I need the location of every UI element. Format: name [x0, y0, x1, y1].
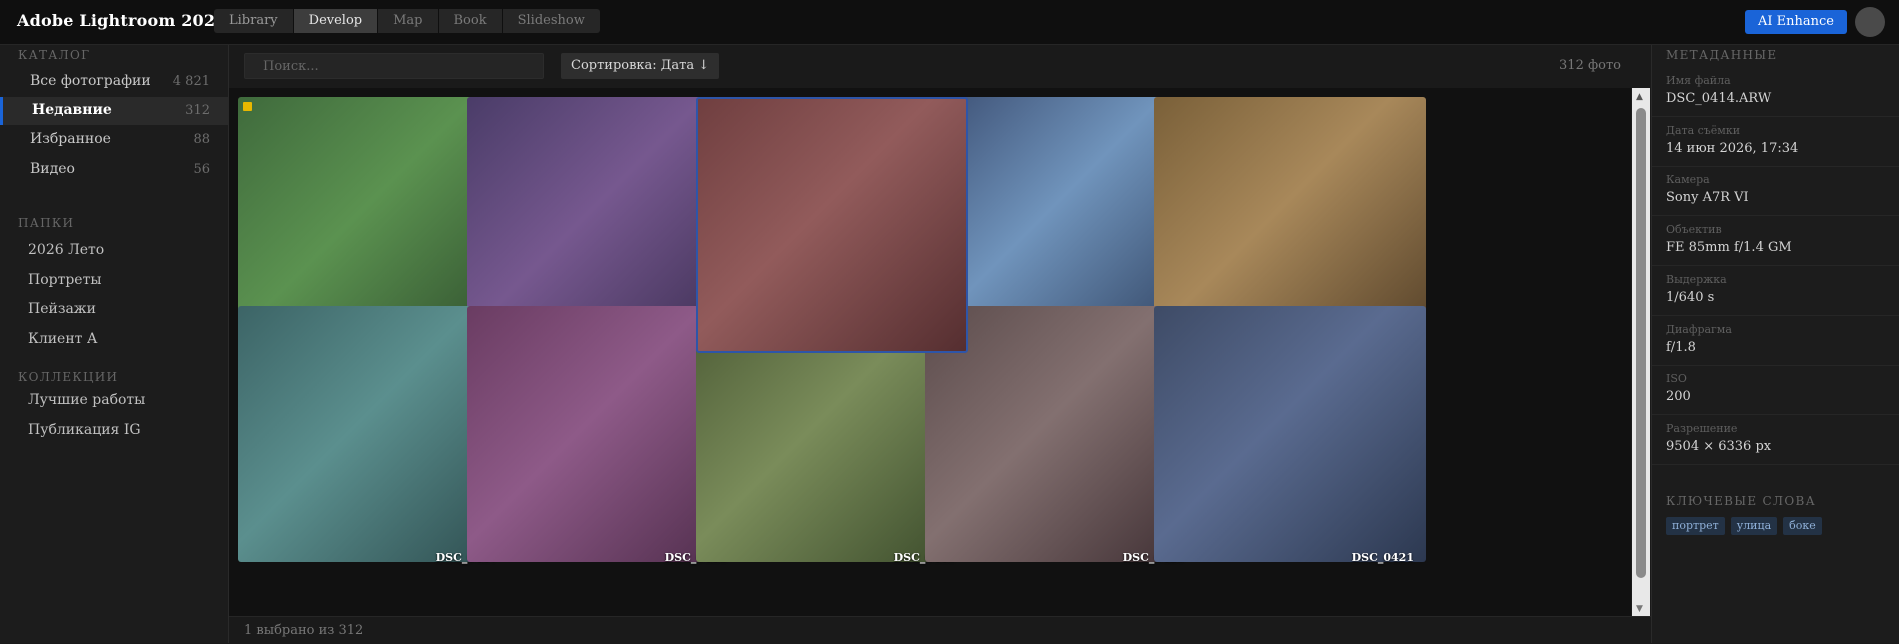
metadata-value: DSC_0414.ARW	[1666, 91, 1772, 106]
catalog-item-count: 56	[193, 162, 210, 177]
scrollbar-thumb[interactable]	[1636, 108, 1646, 578]
grid-toolbar: Сортировка: Дата ↓ 312 фото	[229, 45, 1651, 87]
module-tab-library[interactable]: Library	[214, 9, 293, 33]
catalog-item-label: Видео	[30, 161, 75, 177]
module-tab-develop[interactable]: Develop	[293, 9, 378, 33]
ai-enhance-button[interactable]: AI Enhance	[1745, 10, 1847, 34]
avatar[interactable]	[1855, 7, 1885, 37]
scroll-up-arrow-icon[interactable]: ▲	[1636, 92, 1643, 102]
collections-section-title: КОЛЛЕКЦИИ	[18, 370, 119, 384]
folder-item-label: Клиент А	[28, 331, 98, 347]
catalog-item-count: 312	[185, 103, 210, 118]
metadata-value: FE 85mm f/1.4 GM	[1666, 240, 1792, 256]
metadata-label: Диафрагма	[1666, 322, 1732, 336]
module-switcher: Library Develop Map Book Slideshow	[214, 9, 601, 33]
metadata-row: Объектив FE 85mm f/1.4 GM	[1652, 216, 1899, 267]
metadata-section-title: МЕТАДАННЫЕ	[1666, 48, 1778, 62]
metadata-label: ISO	[1666, 372, 1687, 386]
module-tab-book[interactable]: Book	[438, 9, 502, 33]
photo-thumbnail[interactable]: DSC_0421	[1154, 306, 1426, 564]
metadata-row: ISO 200	[1652, 365, 1899, 416]
metadata-value: 9504 × 6336 px	[1666, 438, 1772, 454]
metadata-row: Дата съёмки 14 июн 2026, 17:34	[1652, 117, 1899, 167]
keyword-tag[interactable]: боке	[1783, 517, 1822, 535]
catalog-item-all-photos[interactable]: Все фотографии 4 821	[0, 68, 228, 96]
collection-item-ig-publication[interactable]: Публикация IG	[0, 417, 228, 445]
scroll-down-arrow-icon[interactable]: ▼	[1636, 604, 1643, 614]
app-title: Adobe Lightroom 2026	[17, 11, 227, 30]
metadata-value: 14 июн 2026, 17:34	[1666, 140, 1799, 156]
metadata-label: Имя файла	[1666, 74, 1731, 87]
metadata-label: Дата съёмки	[1666, 123, 1741, 137]
metadata-label: Камера	[1666, 173, 1710, 187]
grid-scrollbar[interactable]: ▲ ▼	[1632, 88, 1650, 616]
sort-button[interactable]: Сортировка: Дата ↓	[561, 53, 720, 79]
selection-status: 1 выбрано из 312	[244, 623, 364, 638]
collection-item-best-works[interactable]: Лучшие работы	[0, 387, 228, 415]
catalog-item-label: Все фотографии	[30, 73, 151, 89]
metadata-row: Разрешение 9504 × 6336 px	[1652, 415, 1899, 465]
top-bar: Adobe Lightroom 2026 Library Develop Map…	[0, 0, 1899, 45]
photo-thumbnail[interactable]	[696, 97, 968, 353]
metadata-panel: МЕТАДАННЫЕ Имя файла DSC_0414.ARW Дата съё…	[1651, 45, 1899, 643]
folder-item-portraits[interactable]: Портреты	[0, 267, 228, 295]
folder-item-client-a[interactable]: Клиент А	[0, 326, 228, 354]
folder-item-label: 2026 Лето	[28, 242, 105, 258]
metadata-label: Объектив	[1666, 223, 1722, 237]
metadata-value: 1/640 s	[1666, 289, 1715, 305]
left-sidebar: КАТАЛОГ Все фотографии 4 821 Недавние 31…	[0, 45, 229, 643]
catalog-section-title: КАТАЛОГ	[18, 48, 91, 62]
metadata-value: f/1.8	[1666, 339, 1696, 355]
metadata-label: Разрешение	[1666, 421, 1738, 435]
catalog-item-count: 88	[193, 132, 210, 147]
photo-count: 312 фото	[1559, 58, 1621, 73]
folder-item-summer-2026[interactable]: 2026 Лето	[0, 237, 228, 265]
status-bar: 1 выбрано из 312	[229, 616, 1651, 644]
folder-item-label: Пейзажи	[28, 301, 97, 317]
catalog-item-favorites[interactable]: Избранное 88	[0, 126, 228, 154]
photo-filename: DSC_0421	[1351, 551, 1414, 564]
collection-item-label: Лучшие работы	[28, 392, 146, 408]
metadata-value: 200	[1666, 389, 1691, 405]
metadata-row: Камера Sony A7R VI	[1652, 166, 1899, 217]
collection-item-label: Публикация IG	[28, 422, 141, 438]
photo-grid: DSC_0417DSC_0418DSC_0419DSC_0420DSC_0421	[229, 88, 1631, 616]
keyword-tag[interactable]: улица	[1730, 517, 1778, 535]
keywords-section-title: КЛЮЧЕВЫЕ СЛОВА	[1666, 494, 1816, 508]
folder-item-landscapes[interactable]: Пейзажи	[0, 296, 228, 324]
keyword-tag[interactable]: портрет	[1666, 517, 1725, 535]
metadata-value: Sony A7R VI	[1666, 190, 1749, 206]
metadata-row: Выдержка 1/640 s	[1652, 266, 1899, 316]
catalog-item-video[interactable]: Видео 56	[0, 156, 228, 184]
folders-section-title: ПАПКИ	[18, 216, 75, 230]
catalog-item-label: Избранное	[30, 131, 111, 147]
module-tab-map[interactable]: Map	[378, 9, 438, 33]
metadata-row: Диафрагма f/1.8	[1652, 316, 1899, 366]
search-input[interactable]	[244, 53, 544, 79]
catalog-item-recent[interactable]: Недавние 312	[0, 97, 228, 125]
pick-flag-icon	[243, 102, 252, 111]
module-tab-slideshow[interactable]: Slideshow	[502, 9, 600, 33]
catalog-item-label: Недавние	[32, 102, 112, 118]
catalog-item-count: 4 821	[172, 74, 210, 89]
folder-item-label: Портреты	[28, 272, 102, 288]
keyword-list: портрет улица боке	[1666, 517, 1828, 535]
metadata-row: Имя файла DSC_0414.ARW	[1652, 67, 1899, 117]
metadata-label: Выдержка	[1666, 272, 1727, 286]
